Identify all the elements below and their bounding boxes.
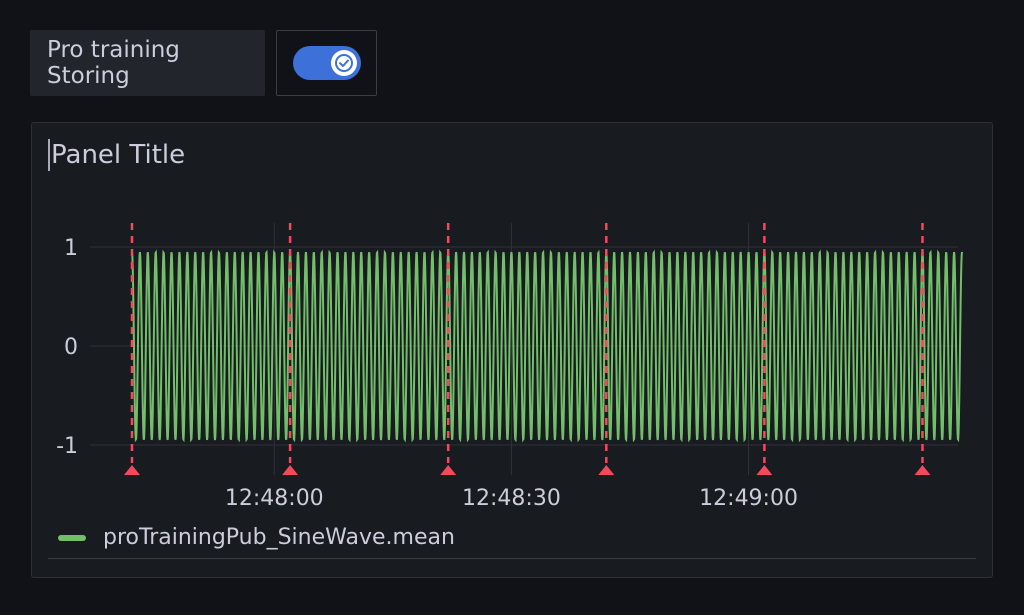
x-axis: 12:48:00 12:48:30 12:49:00 bbox=[225, 486, 798, 511]
y-tick-label: 1 bbox=[64, 236, 78, 261]
toggle-container bbox=[276, 30, 377, 96]
annotation-marker[interactable] bbox=[282, 465, 299, 475]
x-tick-label: 12:49:00 bbox=[699, 486, 798, 511]
y-tick-label: -1 bbox=[56, 434, 78, 459]
annotation-marker[interactable] bbox=[756, 465, 773, 475]
legend-series-label[interactable]: proTrainingPub_SineWave.mean bbox=[103, 525, 455, 550]
graph-panel: Panel Title 1 0 -1 12:48:00 12:48:30 12:49:0… bbox=[31, 122, 993, 578]
annotation-marker[interactable] bbox=[914, 465, 931, 475]
annotation-marker[interactable] bbox=[124, 465, 140, 475]
y-tick-label: 0 bbox=[64, 335, 78, 360]
toggle-knob bbox=[330, 50, 357, 76]
legend: proTrainingPub_SineWave.mean bbox=[58, 525, 455, 550]
variable-bar: Pro training Storing bbox=[30, 30, 377, 96]
x-tick-label: 12:48:00 bbox=[225, 486, 324, 511]
storing-toggle[interactable] bbox=[292, 46, 361, 80]
legend-swatch bbox=[58, 534, 86, 541]
x-tick-label: 12:48:30 bbox=[462, 486, 561, 511]
variable-label: Pro training Storing bbox=[30, 30, 265, 96]
annotation-marker[interactable] bbox=[598, 465, 615, 475]
time-series-chart: 1 0 -1 12:48:00 12:48:30 12:49:00 bbox=[56, 223, 963, 511]
check-icon bbox=[334, 54, 353, 72]
annotation-marker[interactable] bbox=[440, 465, 457, 475]
legend-divider bbox=[48, 558, 976, 559]
y-axis: 1 0 -1 bbox=[56, 236, 78, 459]
